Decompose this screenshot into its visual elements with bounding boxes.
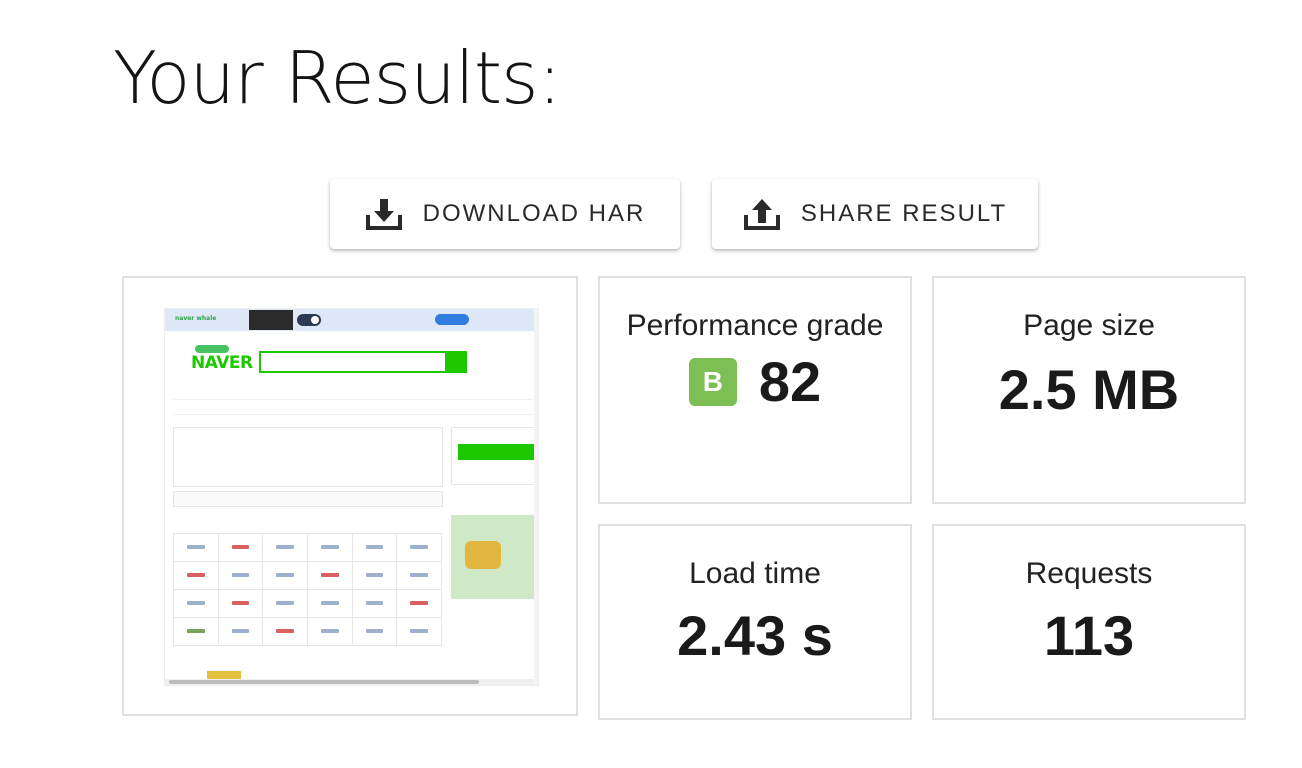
- share-result-label: SHARE RESULT: [800, 200, 1008, 227]
- page-title: Your Results:: [113, 36, 562, 120]
- page-screenshot: naver whale NAVER: [164, 308, 539, 686]
- screenshot-banner-text: naver whale: [175, 315, 217, 322]
- page-size-value: 2.5 MB: [998, 358, 1180, 422]
- screenshot-vscrollbar: [534, 309, 538, 685]
- screenshot-top-banner: [165, 309, 538, 331]
- requests-value: 113: [1043, 604, 1135, 668]
- requests-label: Requests: [1025, 557, 1153, 590]
- performance-grade-card: Performance grade B 82: [598, 276, 912, 504]
- screenshot-search-button: [447, 351, 467, 373]
- screenshot-toggle: [297, 314, 321, 326]
- screenshot-press-grid: [173, 533, 442, 646]
- load-time-card: Load time 2.43 s: [598, 524, 912, 720]
- screenshot-logo-pill: [195, 345, 229, 353]
- grade-badge: B: [688, 358, 737, 407]
- page-screenshot-card: naver whale NAVER: [122, 276, 578, 716]
- page-size-label: Page size: [1023, 309, 1155, 342]
- screenshot-nav-bar: [173, 399, 533, 415]
- screenshot-yellow-tab: [207, 671, 241, 679]
- performance-score: 82: [758, 350, 822, 414]
- screenshot-ad-area: [173, 427, 443, 487]
- load-time-label: Load time: [689, 557, 821, 590]
- share-icon: [743, 197, 781, 231]
- load-time-value: 2.43 s: [677, 604, 833, 668]
- screenshot-hscrollbar: [165, 679, 538, 685]
- download-har-label: DOWNLOAD HAR: [422, 200, 646, 227]
- screenshot-banner-button: [435, 314, 469, 325]
- requests-card: Requests 113: [932, 524, 1246, 720]
- download-har-button[interactable]: DOWNLOAD HAR: [330, 179, 680, 249]
- performance-grade-label: Performance grade: [626, 309, 884, 342]
- screenshot-site-logo: NAVER: [191, 353, 253, 373]
- page-size-card: Page size 2.5 MB: [932, 276, 1246, 504]
- share-result-button[interactable]: SHARE RESULT: [712, 179, 1038, 249]
- screenshot-search-box: [259, 351, 447, 373]
- download-icon: [365, 197, 403, 231]
- screenshot-login-box: [451, 427, 538, 485]
- screenshot-news-bar: [173, 491, 443, 507]
- screenshot-side-banner: [451, 515, 537, 599]
- screenshot-banner-image: [249, 310, 293, 330]
